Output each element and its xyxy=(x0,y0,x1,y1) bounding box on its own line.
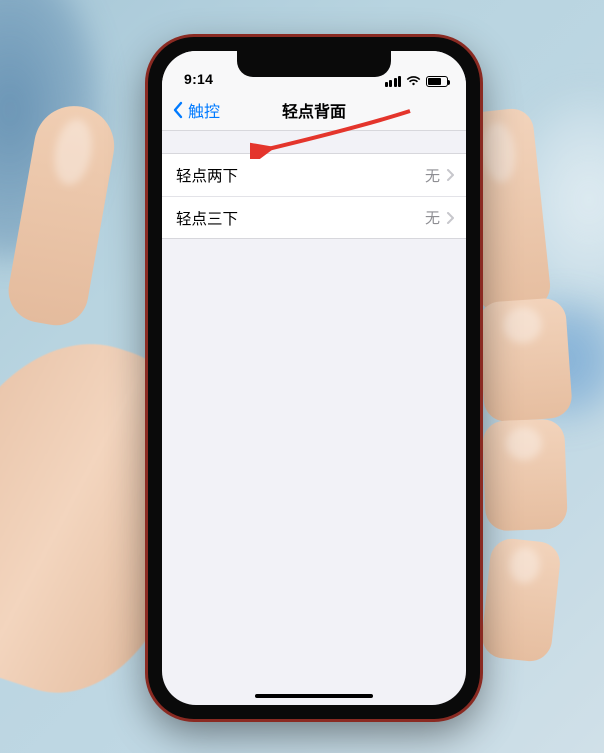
page-title: 轻点背面 xyxy=(282,98,346,122)
chevron-right-icon xyxy=(446,212,454,224)
notch xyxy=(237,51,391,77)
row-triple-tap[interactable]: 轻点三下 无 xyxy=(162,196,466,238)
battery-icon xyxy=(426,76,448,87)
row-value: 无 xyxy=(425,207,440,228)
wifi-icon xyxy=(406,75,421,87)
row-double-tap[interactable]: 轻点两下 无 xyxy=(162,154,466,196)
status-time: 9:14 xyxy=(184,71,213,87)
row-value: 无 xyxy=(425,165,440,186)
row-label: 轻点两下 xyxy=(176,164,238,186)
chevron-right-icon xyxy=(446,169,454,181)
navigation-bar: 触控 轻点背面 xyxy=(162,89,466,131)
back-button[interactable]: 触控 xyxy=(172,98,220,122)
back-label: 触控 xyxy=(188,98,220,122)
row-label: 轻点三下 xyxy=(176,207,238,229)
settings-list: 轻点两下 无 轻点三下 无 xyxy=(162,153,466,239)
cellular-icon xyxy=(385,76,402,87)
home-indicator[interactable] xyxy=(255,694,373,698)
chevron-left-icon xyxy=(172,101,184,119)
iphone-frame: 9:14 触控 轻点背面 轻点两下 无 xyxy=(148,37,480,719)
screen: 9:14 触控 轻点背面 轻点两下 无 xyxy=(162,51,466,705)
